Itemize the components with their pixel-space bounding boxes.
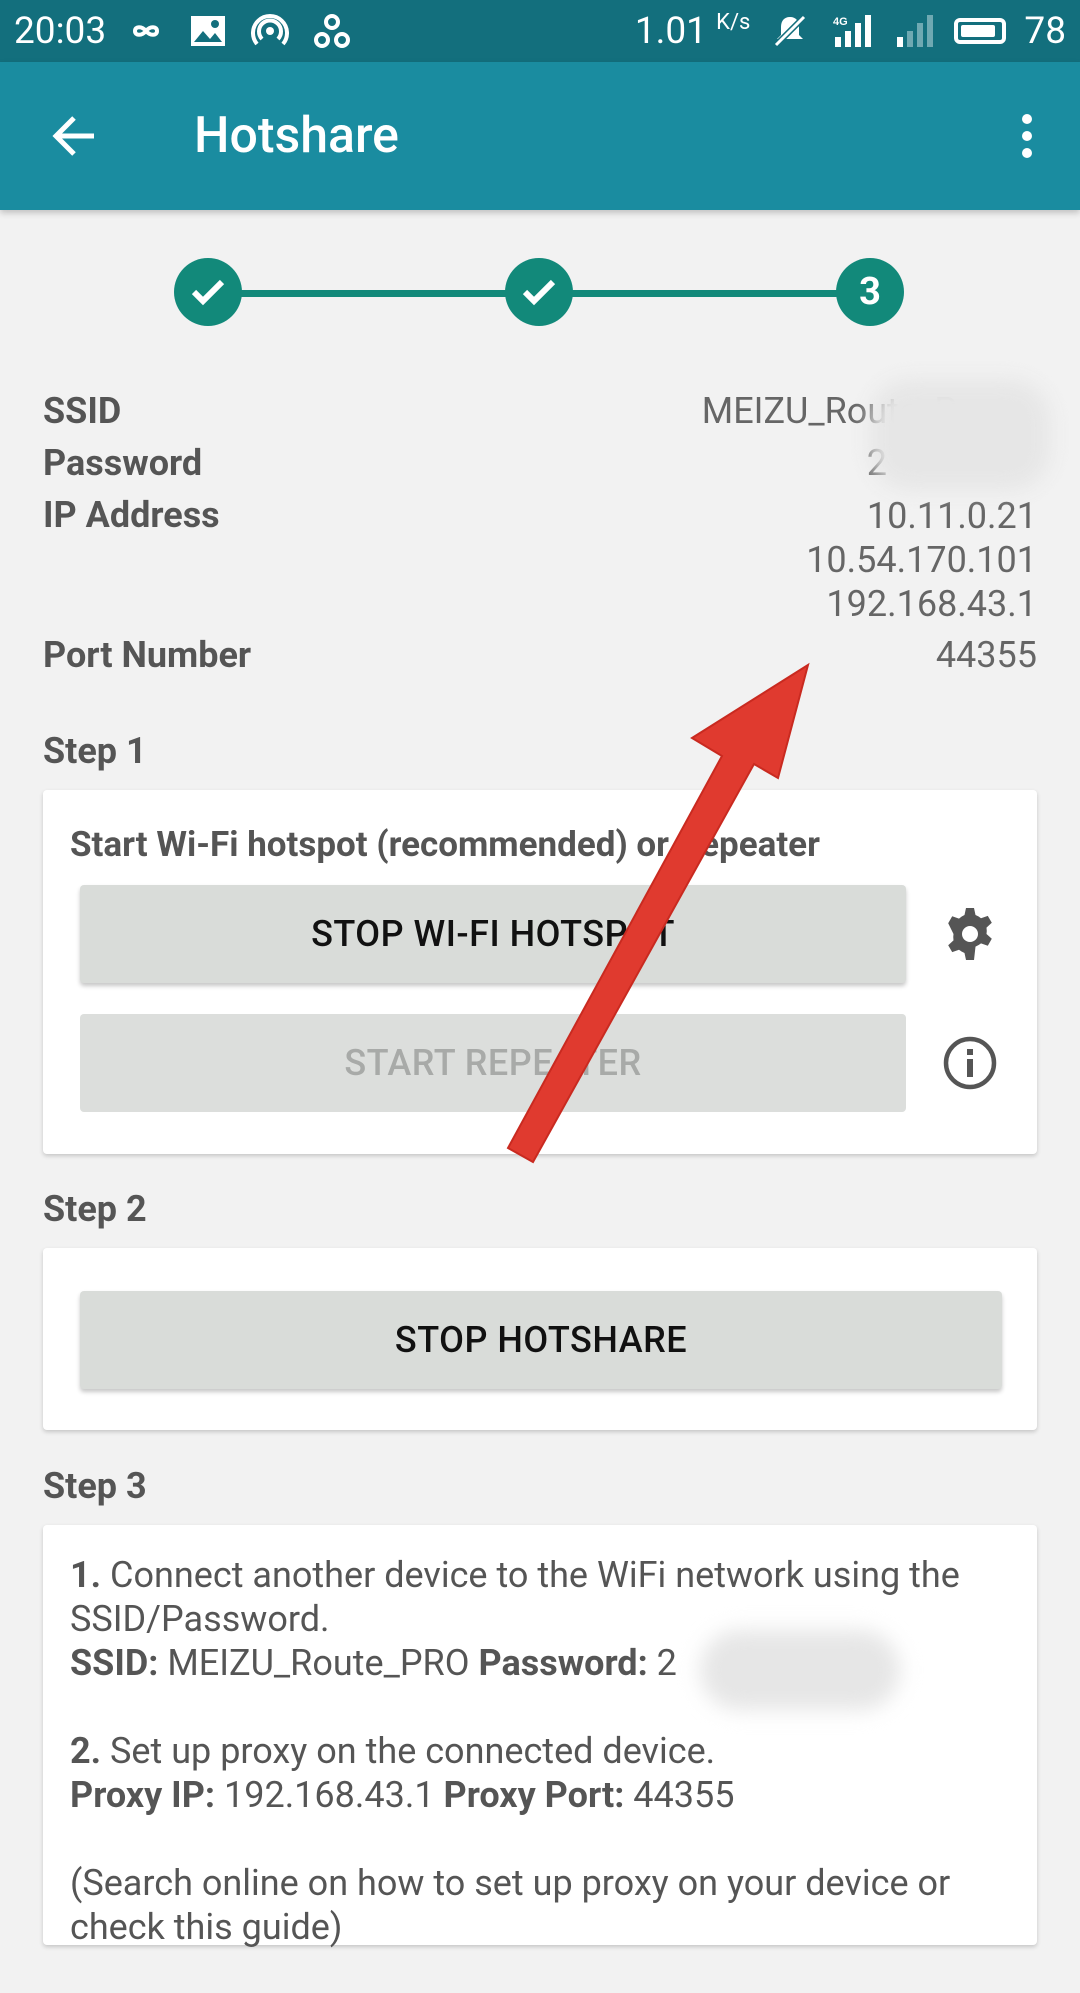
password-label: Password xyxy=(43,442,203,484)
step-1-complete-icon xyxy=(174,258,242,326)
infinity-icon xyxy=(124,11,168,51)
signal-4g-icon: 4G xyxy=(830,11,874,51)
battery-level: 78 xyxy=(1024,9,1066,53)
network-speed: 1.01 K/s xyxy=(634,9,751,53)
redaction-blur xyxy=(700,1630,900,1710)
overflow-menu-icon[interactable] xyxy=(1012,106,1042,166)
port-row: Port Number 44355 xyxy=(43,634,1037,686)
mute-icon xyxy=(768,11,812,51)
ip-value: 192.168.43.1 xyxy=(826,583,1037,625)
gear-icon[interactable] xyxy=(940,904,1000,964)
app-bar: Hotshare xyxy=(0,62,1080,210)
clock: 20:03 xyxy=(14,9,107,53)
ssid-label: SSID xyxy=(43,390,122,432)
stop-hotshare-button[interactable]: STOP HOTSHARE xyxy=(80,1291,1002,1389)
ip-row: IP Address 10.11.0.21 10.54.170.101 192.… xyxy=(43,494,1037,634)
port-value: 44355 xyxy=(935,634,1037,676)
status-bar: 20:03 1.01 K/s 4G 78 xyxy=(0,0,1080,62)
ip-value: 10.54.170.101 xyxy=(806,539,1037,581)
battery-icon xyxy=(954,18,1007,44)
step-2-complete-icon xyxy=(505,258,573,326)
svg-text:4G: 4G xyxy=(833,16,848,28)
step-1-heading: Step 1 xyxy=(43,730,147,772)
ip-label: IP Address xyxy=(43,494,220,536)
ip-values: 10.11.0.21 10.54.170.101 192.168.43.1 xyxy=(806,494,1037,626)
step-2-heading: Step 2 xyxy=(43,1188,147,1230)
ip-value: 10.11.0.21 xyxy=(866,495,1037,537)
stop-wifi-hotspot-button[interactable]: STOP WI-FI HOTSPOT xyxy=(80,885,906,983)
info-icon[interactable] xyxy=(940,1033,1000,1093)
step-3-instructions: 1. Connect another device to the WiFi ne… xyxy=(70,1553,1020,1993)
step-1-card: Start Wi-Fi hotspot (recommended) or Rep… xyxy=(43,790,1037,1154)
signal-icon xyxy=(892,11,936,51)
instruction-2: 2. Set up proxy on the connected device.… xyxy=(70,1730,735,1816)
link-icon xyxy=(310,11,354,51)
image-icon xyxy=(186,11,230,51)
page-title: Hotshare xyxy=(194,107,399,165)
hotspot-icon xyxy=(248,11,292,51)
step-2-card: STOP HOTSHARE xyxy=(43,1248,1037,1430)
speed-unit: K/s xyxy=(716,9,751,35)
step-1-card-title: Start Wi-Fi hotspot (recommended) or Rep… xyxy=(70,824,820,865)
instruction-note: (Search online on how to set up proxy on… xyxy=(70,1862,951,1948)
step-3-card: 1. Connect another device to the WiFi ne… xyxy=(43,1525,1037,1948)
progress-stepper: 3 xyxy=(174,258,904,328)
redaction-blur xyxy=(870,380,1050,490)
port-label: Port Number xyxy=(43,634,252,676)
back-arrow-icon[interactable] xyxy=(44,106,104,166)
step-3-heading: Step 3 xyxy=(43,1465,147,1507)
start-repeater-button[interactable]: START REPEATER xyxy=(80,1014,906,1112)
step-3-indicator: 3 xyxy=(836,258,904,326)
